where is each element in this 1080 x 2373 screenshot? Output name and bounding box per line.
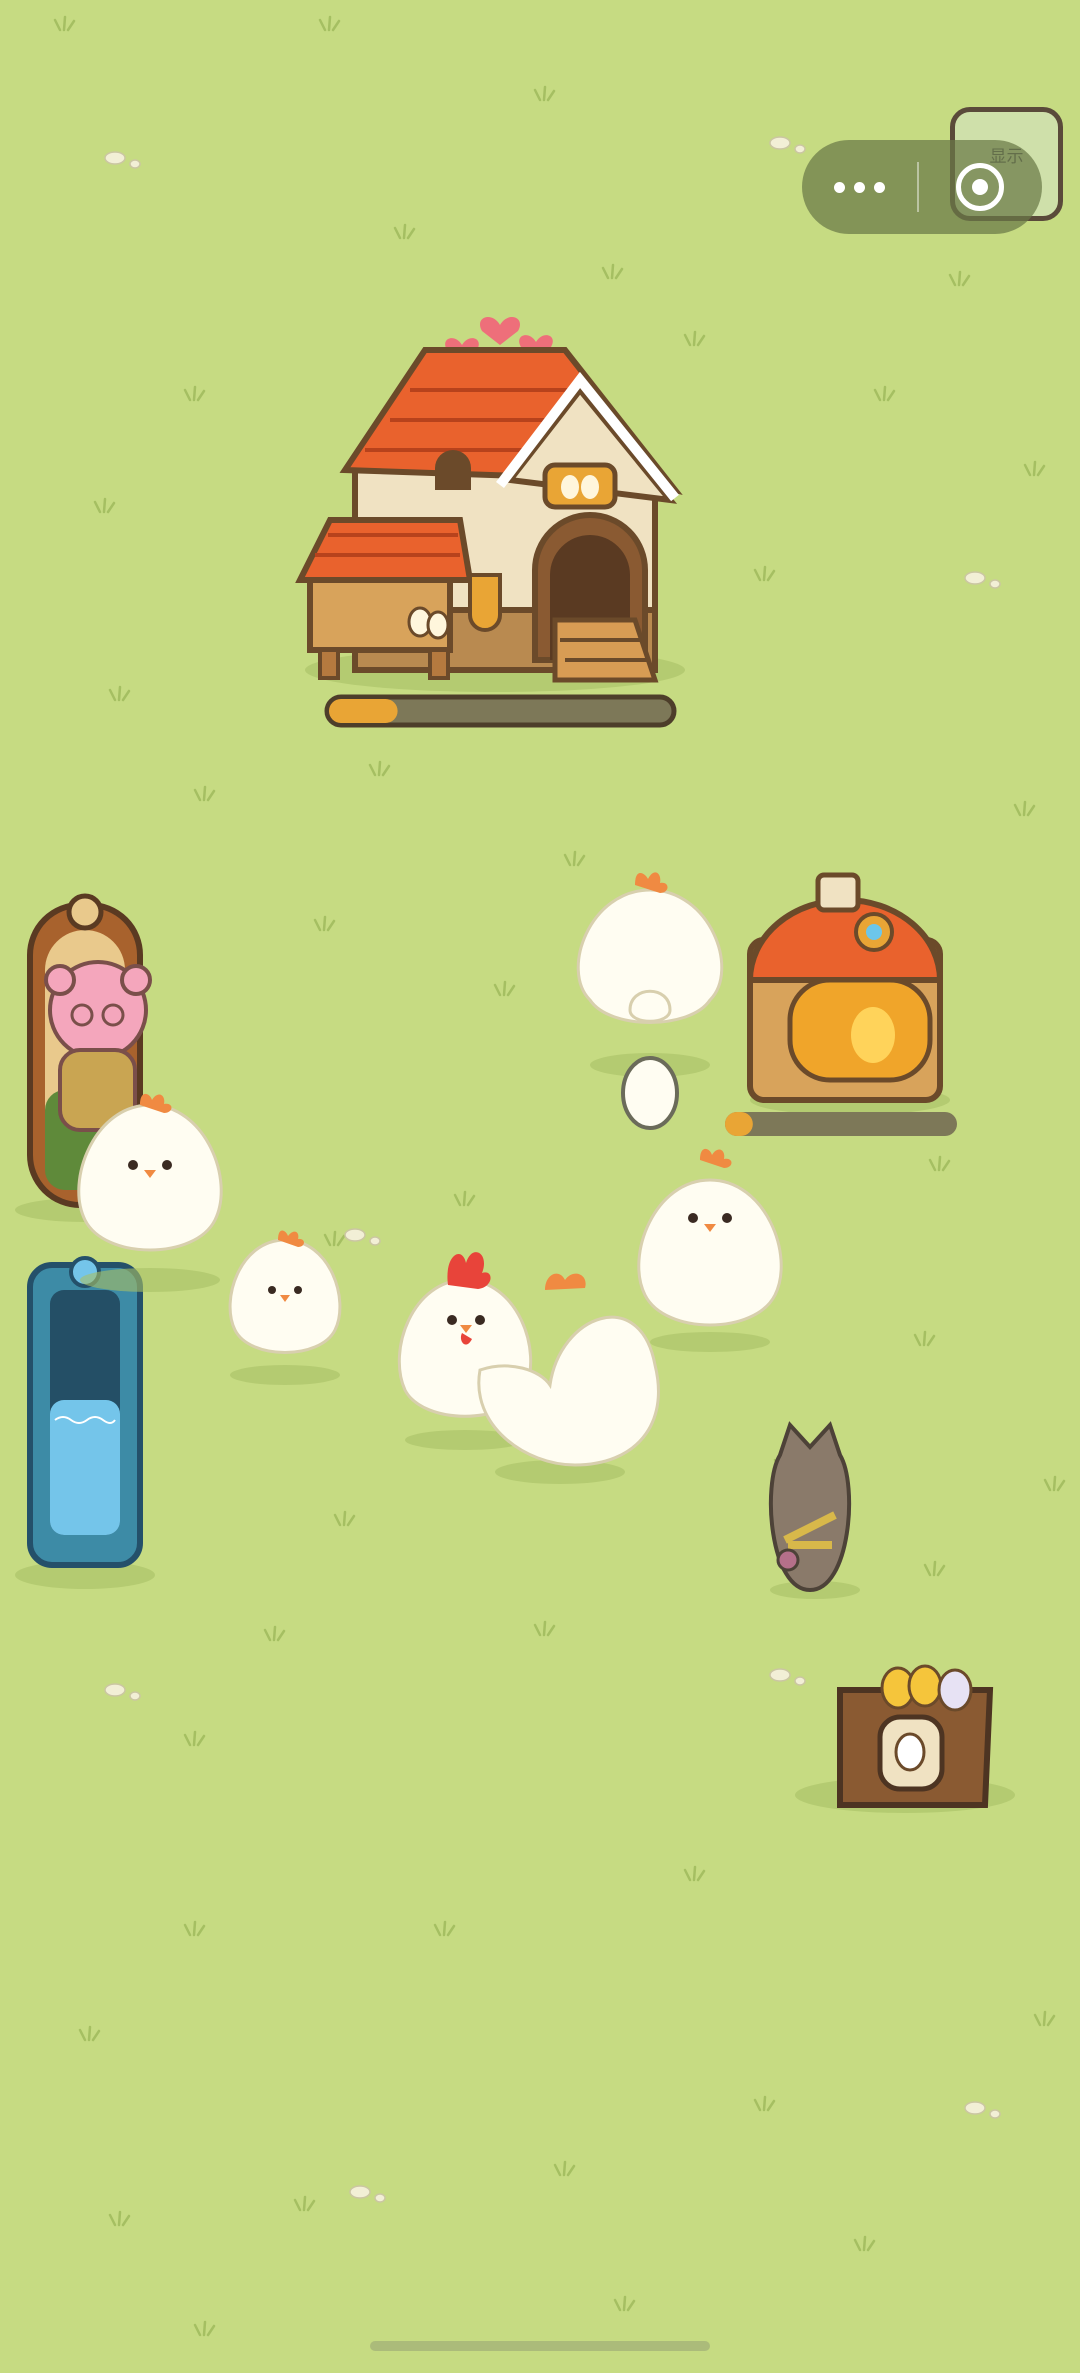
coop-progress-bar <box>324 694 677 728</box>
egg-crate[interactable] <box>795 1664 1015 1813</box>
incubator-progress-bar <box>725 1112 957 1136</box>
chicken-coop[interactable] <box>295 317 685 692</box>
home-indicator[interactable] <box>370 2341 710 2351</box>
three-dots-icon[interactable] <box>802 140 917 234</box>
egg-item[interactable] <box>621 1056 679 1130</box>
chick-small[interactable] <box>228 1230 342 1386</box>
miniprogram-capsule <box>802 140 1042 234</box>
target-circle-icon[interactable] <box>919 140 1041 234</box>
chicken-2[interactable] <box>637 1148 783 1352</box>
incubator-progress-fill <box>725 1112 753 1136</box>
water-trough[interactable] <box>15 1256 155 1589</box>
incubator[interactable] <box>746 872 950 1115</box>
farm-scene <box>15 15 1066 2337</box>
cat-pet[interactable] <box>768 1421 860 1599</box>
chicken-back-view[interactable] <box>576 872 724 1077</box>
coop-progress-fill <box>329 699 398 723</box>
